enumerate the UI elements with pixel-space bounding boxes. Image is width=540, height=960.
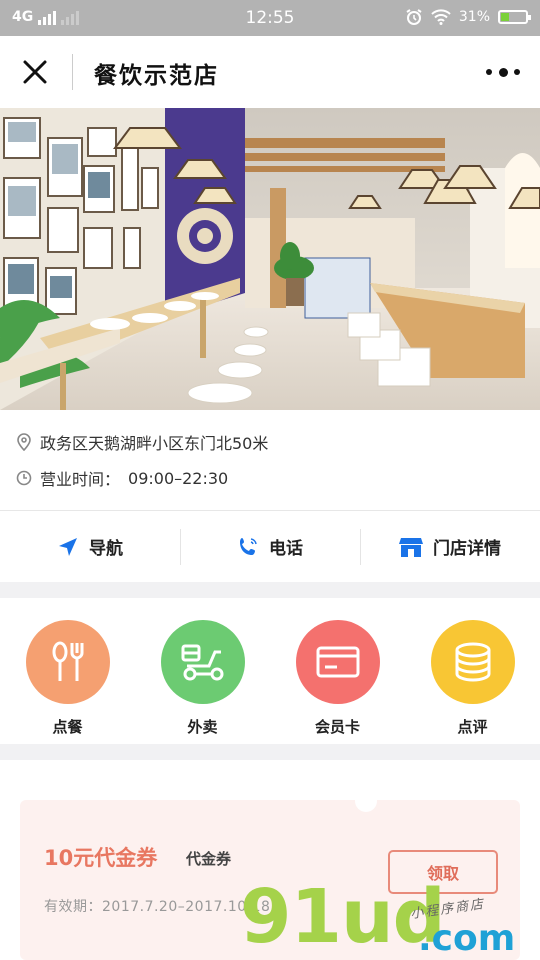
feature-review-label: 点评 (457, 718, 488, 736)
card-icon (316, 646, 359, 678)
store-detail-label: 门店详情 (433, 539, 501, 559)
hours-value: 09:00–22:30 (128, 468, 229, 488)
action-bar: 导航 电话 门店详情 (0, 510, 540, 582)
utensils-icon (52, 641, 83, 681)
status-icons: 31% (405, 8, 531, 26)
navigate-button[interactable]: 导航 (0, 511, 180, 582)
store-address: 政务区天鹅湖畔小区东门北50米 (40, 434, 269, 453)
battery-percent: 31% (458, 9, 490, 25)
feature-order-label: 点餐 (52, 718, 83, 736)
feature-order[interactable]: 点餐 (0, 598, 135, 744)
feature-order-circle (25, 620, 110, 704)
feature-review-circle (430, 620, 515, 704)
navigation-icon (59, 537, 77, 556)
feature-member-card-label: 会员卡 (314, 718, 360, 736)
wifi-icon (431, 9, 451, 25)
coupon-notch (355, 790, 377, 812)
alarm-icon (406, 9, 422, 25)
page-title: 餐饮示范店 (94, 62, 219, 89)
scooter-icon (181, 644, 223, 681)
phone-icon (240, 537, 257, 555)
hours-row: 营业时间： 09:00–22:30 (16, 466, 228, 490)
store-icon (399, 537, 423, 557)
feature-review[interactable]: 点评 (405, 598, 540, 744)
call-button[interactable]: 电话 (180, 511, 360, 582)
watermark-domain: .com (418, 918, 516, 959)
navigate-label: 导航 (89, 539, 123, 559)
feature-member-card-circle (295, 620, 380, 704)
store-detail-button[interactable]: 门店详情 (360, 511, 540, 582)
nav-divider (72, 54, 73, 90)
store-info: 政务区天鹅湖畔小区东门北50米 营业时间： 09:00–22:30 (0, 410, 540, 510)
store-photo (0, 108, 540, 410)
coupon-title: 10元代金券 (44, 846, 158, 870)
status-bar: 4G 12:55 31% (0, 0, 540, 36)
battery-level (501, 13, 510, 21)
more-icon[interactable] (486, 66, 520, 78)
feature-delivery-circle (160, 620, 245, 704)
battery-icon (498, 10, 531, 24)
feature-grid: 点餐 外卖 会员卡 点评 (0, 598, 540, 744)
hours-label: 营业时间： (40, 470, 121, 489)
feature-delivery-label: 外卖 (187, 718, 218, 736)
close-icon[interactable] (20, 57, 50, 87)
location-pin-icon (17, 433, 31, 451)
nav-bar: 餐饮示范店 (0, 36, 540, 108)
address-row[interactable]: 政务区天鹅湖畔小区东门北50米 (16, 430, 268, 454)
call-label: 电话 (269, 539, 303, 559)
clock-icon (16, 470, 32, 486)
feature-member-card[interactable]: 会员卡 (270, 598, 405, 744)
coupon-validity: 有效期：2017.7.20–2017.10.18 (44, 899, 271, 915)
coins-icon (455, 642, 490, 682)
coupon-type: 代金券 (186, 850, 232, 868)
feature-delivery[interactable]: 外卖 (135, 598, 270, 744)
